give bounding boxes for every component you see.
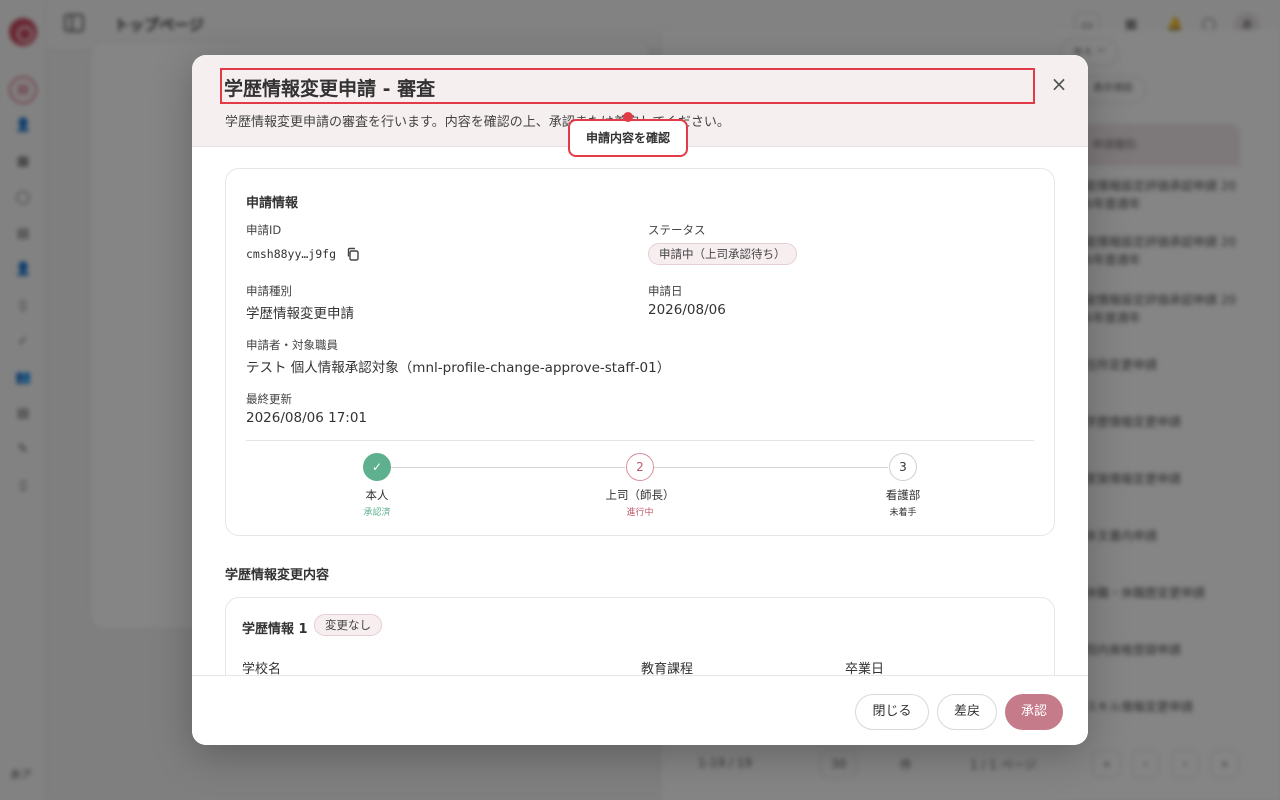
step-1-label: 本人 — [365, 488, 389, 502]
request-type-label: 申請種別 — [246, 284, 292, 298]
edu-info-card: 学歴情報 1 変更なし 学校名 教育課程 卒業日 — [225, 597, 1055, 675]
guide-tooltip: 申請内容を確認 — [568, 119, 688, 157]
step-connector — [654, 467, 888, 468]
request-id-value: cmsh88yy…j9fg — [246, 247, 337, 261]
status-label: ステータス — [648, 223, 706, 237]
dialog-footer: 閉じる 差戻 承認 — [192, 675, 1088, 745]
copy-icon[interactable] — [346, 247, 360, 261]
dialog-body[interactable]: 申請情報 申請ID cmsh88yy…j9fg ステータス 申請中（上司承認待ち… — [192, 147, 1088, 675]
approve-button[interactable]: 承認 — [1005, 694, 1063, 730]
step-2-circle: 2 — [626, 453, 654, 481]
request-date-label: 申請日 — [648, 284, 683, 298]
request-date-value: 2026/08/06 — [648, 302, 726, 318]
status-badge: 申請中（上司承認待ち） — [648, 243, 797, 265]
request-type-value: 学歴情報変更申請 — [246, 306, 354, 322]
tooltip-pointer — [623, 112, 633, 122]
request-info-title: 申請情報 — [246, 196, 299, 211]
edu-section-title: 学歴情報変更内容 — [225, 568, 330, 583]
edu-card-title: 学歴情報 1 — [242, 622, 308, 637]
step-3-label: 看護部 — [885, 488, 921, 502]
step-3-status: 未着手 — [889, 508, 917, 518]
close-button[interactable]: 閉じる — [855, 694, 929, 730]
col-course-label: 教育課程 — [641, 662, 694, 675]
updated-label: 最終更新 — [246, 392, 292, 406]
step-2-status: 進行中 — [626, 508, 654, 518]
divider — [246, 440, 1034, 441]
applicant-value: テスト 個人情報承認対象（mnl-profile-change-approve-… — [246, 360, 671, 376]
review-dialog: 学歴情報変更申請 - 審査 学歴情報変更申請の審査を行います。内容を確認の上、承… — [192, 55, 1088, 745]
change-badge: 変更なし — [314, 614, 382, 636]
step-3-circle: 3 — [889, 453, 917, 481]
step-connector — [391, 467, 625, 468]
step-1-check-icon: ✓ — [363, 453, 391, 481]
step-1-status: 承認済 — [363, 508, 391, 518]
request-info-card: 申請情報 申請ID cmsh88yy…j9fg ステータス 申請中（上司承認待ち… — [225, 168, 1055, 536]
col-school-label: 学校名 — [242, 662, 282, 675]
col-graduation-label: 卒業日 — [845, 662, 885, 675]
updated-value: 2026/08/06 17:01 — [246, 410, 368, 426]
dialog-title: 学歴情報変更申請 - 審査 — [224, 78, 436, 100]
return-button[interactable]: 差戻 — [937, 694, 997, 730]
applicant-label: 申請者・対象職員 — [246, 338, 338, 352]
step-2-label: 上司（師長） — [605, 488, 675, 502]
close-icon[interactable]: × — [1048, 73, 1070, 95]
request-id-label: 申請ID — [246, 223, 282, 237]
